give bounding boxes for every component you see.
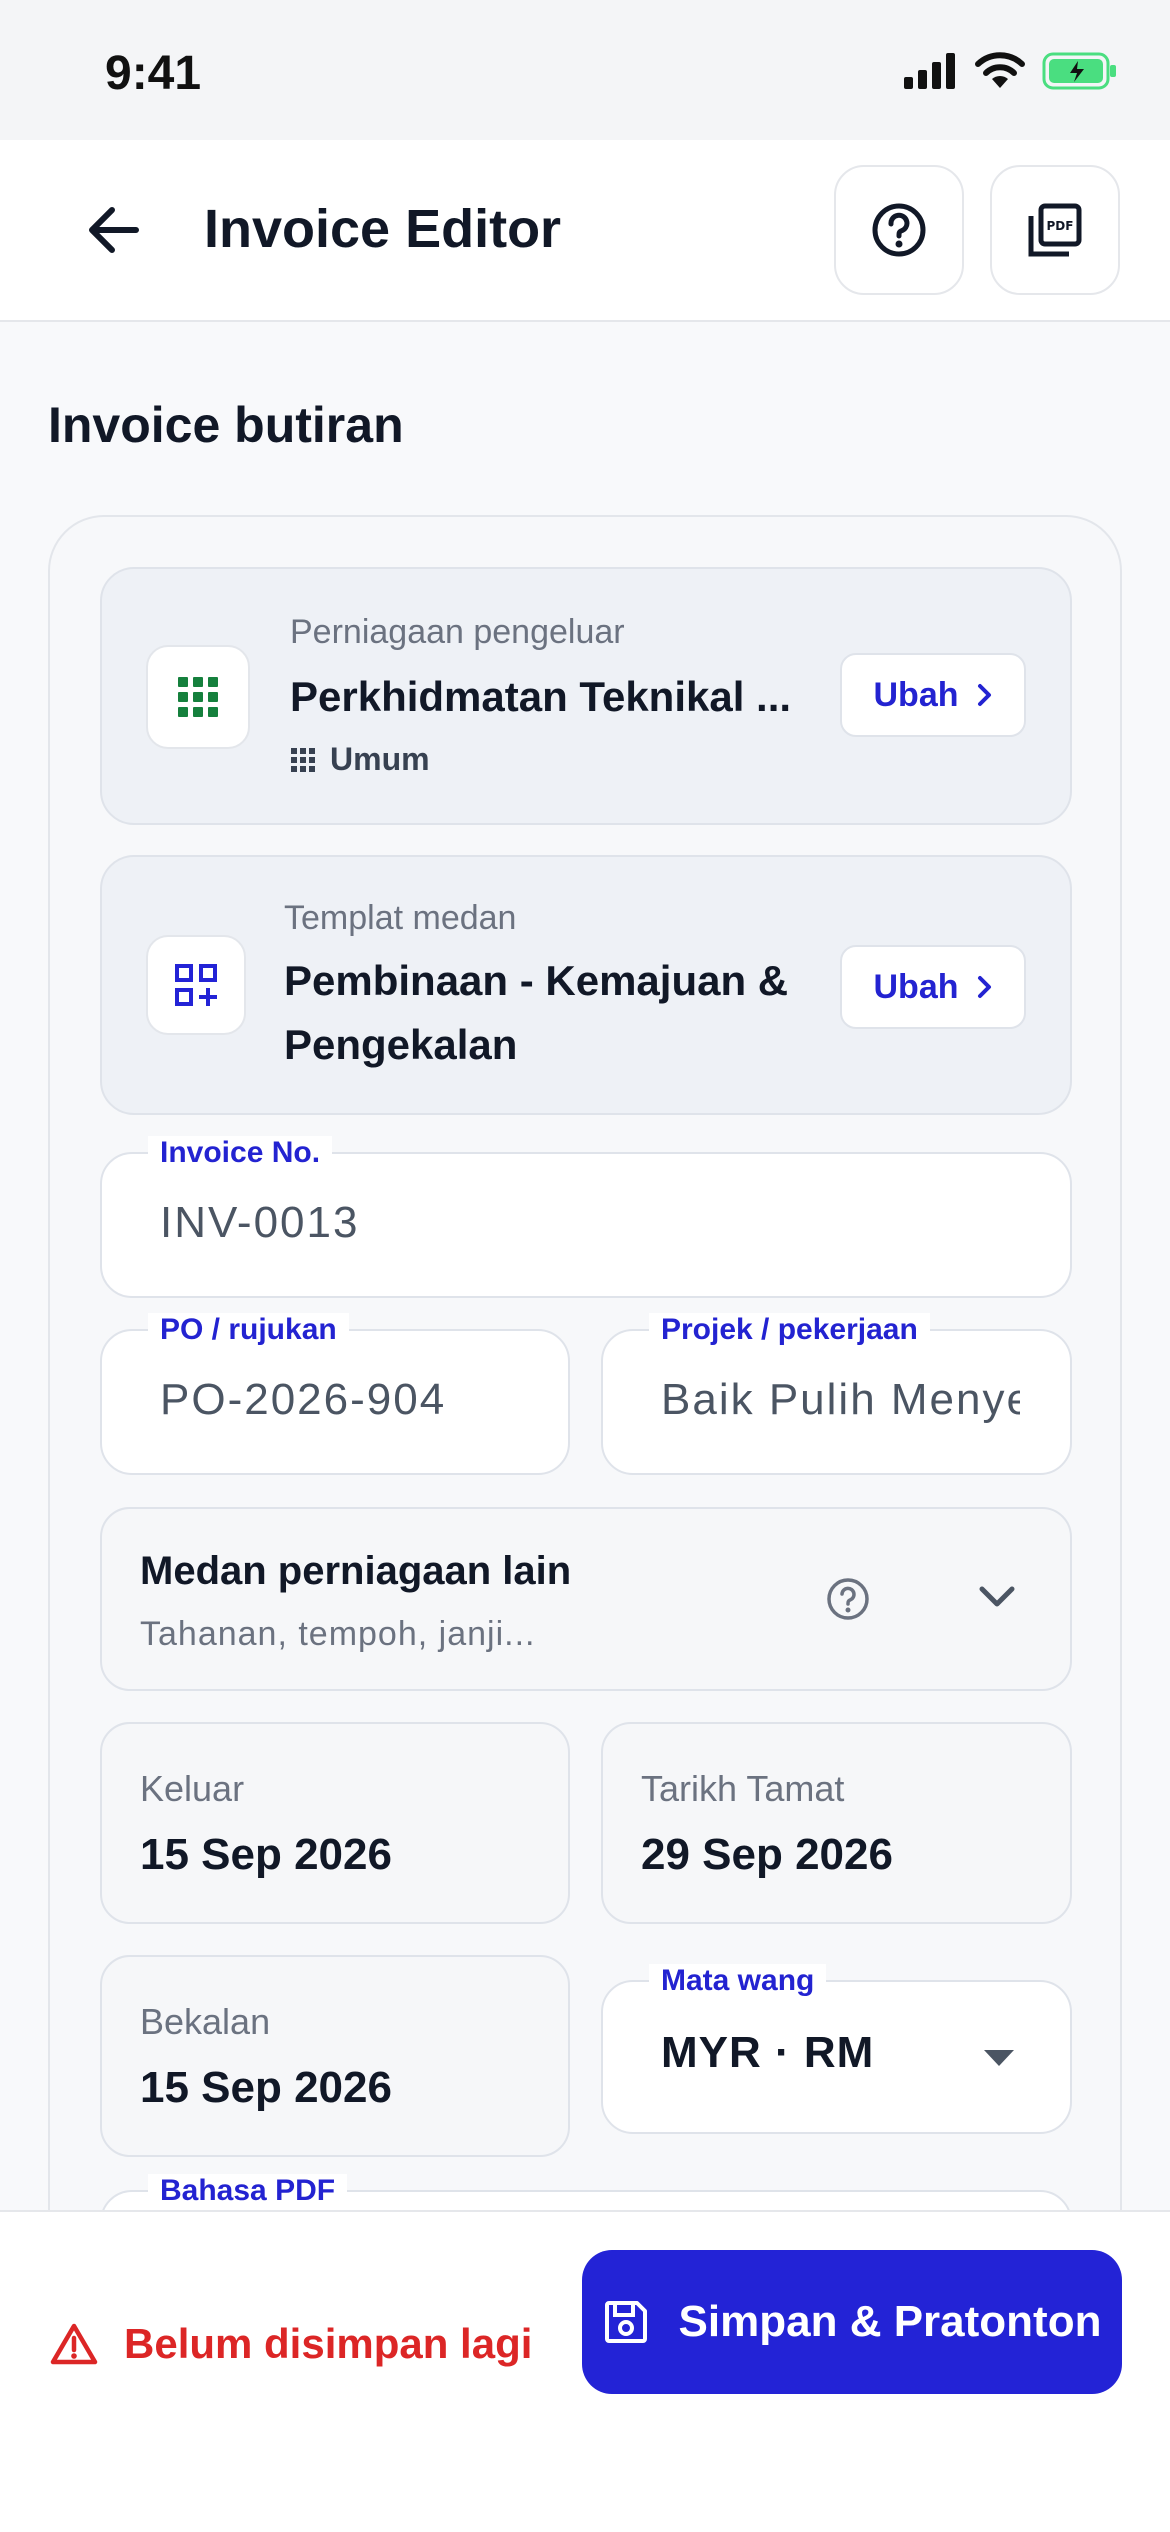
po-label: PO / rujukan — [148, 1313, 349, 1347]
issued-date-value: 15 Sep 2026 — [140, 1830, 392, 1879]
business-category-label: Umum — [330, 741, 430, 777]
help-circle-icon — [872, 203, 926, 257]
chevron-right-icon — [977, 976, 991, 998]
wifi-icon — [975, 52, 1025, 88]
project-field[interactable]: Projek / pekerjaan Baik Pulih Menyelengg… — [601, 1313, 1072, 1475]
pdf-icon: PDF — [1028, 203, 1082, 257]
template-icon-box — [146, 935, 246, 1035]
currency-value: MYR · RM — [661, 2028, 875, 2077]
status-bar: 9:41 — [0, 0, 1170, 140]
business-category: Umum — [290, 741, 430, 778]
other-fields-subtitle: Tahanan, tempoh, janji... — [140, 1615, 536, 1653]
change-business-label: Ubah — [873, 675, 959, 714]
grid-small-icon — [291, 747, 315, 772]
warning-icon — [50, 2323, 98, 2365]
back-button[interactable] — [80, 196, 148, 264]
template-name-line2: Pengekalan — [284, 1021, 518, 1068]
business-caption: Perniagaan pengeluar — [290, 613, 625, 651]
currency-label: Mata wang — [649, 1964, 827, 1998]
template-name-line1: Pembinaan - Kemajuan & — [284, 957, 789, 1004]
qr-add-icon — [175, 964, 217, 1006]
unsaved-indicator: Belum disimpan lagi — [50, 2320, 532, 2368]
invoice-number-label: Invoice No. — [148, 1136, 333, 1170]
page-title: Invoice Editor — [204, 199, 562, 259]
caret-down-icon — [984, 2050, 1014, 2066]
grid-icon — [178, 677, 218, 717]
change-business-button[interactable]: Ubah — [840, 653, 1026, 737]
template-caption: Templat medan — [284, 899, 517, 937]
pdf-language-label: Bahasa PDF — [148, 2174, 348, 2208]
status-icons — [904, 52, 1118, 90]
due-date-field[interactable]: Tarikh Tamat 29 Sep 2026 — [601, 1722, 1072, 1924]
issued-date-field[interactable]: Keluar 15 Sep 2026 — [100, 1722, 570, 1924]
change-template-label: Ubah — [873, 967, 959, 1006]
save-preview-label: Simpan & Pratonton — [678, 2297, 1102, 2346]
signal-icon — [904, 53, 955, 89]
template-tile[interactable]: Templat medan Pembinaan - Kemajuan & Pen… — [100, 855, 1072, 1115]
other-fields-toggle[interactable]: Medan perniagaan lain Tahanan, tempoh, j… — [100, 1507, 1072, 1691]
section-title: Invoice butiran — [48, 397, 404, 453]
unsaved-label: Belum disimpan lagi — [124, 2320, 533, 2367]
chevron-right-icon — [977, 684, 991, 706]
invoice-number-value: INV-0013 — [160, 1198, 360, 1247]
battery-icon — [1042, 52, 1116, 90]
business-icon-box — [146, 645, 250, 749]
status-time: 9:41 — [105, 47, 202, 100]
business-tile[interactable]: Perniagaan pengeluar Perkhidmatan Teknik… — [100, 567, 1072, 825]
help-button[interactable] — [834, 165, 964, 295]
issued-date-label: Keluar — [140, 1768, 245, 1809]
invoice-number-field[interactable]: Invoice No. INV-0013 — [100, 1136, 1072, 1298]
chevron-down-icon[interactable] — [978, 1585, 1016, 1609]
pdf-button[interactable]: PDF — [990, 165, 1120, 295]
change-template-button[interactable]: Ubah — [840, 945, 1026, 1029]
help-circle-icon[interactable] — [826, 1577, 870, 1621]
project-value: Baik Pulih Menyelenggara — [661, 1375, 1020, 1424]
save-icon — [604, 2301, 647, 2343]
currency-select[interactable]: Mata wang MYR · RM — [601, 1964, 1072, 2134]
project-label: Projek / pekerjaan — [649, 1313, 930, 1347]
supply-date-label: Bekalan — [140, 2001, 271, 2042]
po-value: PO-2026-904 — [160, 1375, 447, 1424]
due-date-label: Tarikh Tamat — [641, 1768, 845, 1809]
due-date-value: 29 Sep 2026 — [641, 1830, 893, 1879]
app-bar: Invoice Editor PDF — [0, 140, 1170, 322]
bottom-action-bar: Belum disimpan lagi Simpan & Pratonton — [0, 2210, 1170, 2532]
svg-text:PDF: PDF — [1047, 219, 1074, 233]
save-preview-button[interactable]: Simpan & Pratonton — [582, 2250, 1122, 2394]
business-name: Perkhidmatan Teknikal ... — [290, 673, 792, 720]
po-field[interactable]: PO / rujukan PO-2026-904 — [100, 1313, 570, 1475]
other-fields-title: Medan perniagaan lain — [140, 1549, 572, 1593]
supply-date-field[interactable]: Bekalan 15 Sep 2026 — [100, 1955, 570, 2157]
supply-date-value: 15 Sep 2026 — [140, 2063, 392, 2112]
arrow-left-icon — [89, 207, 139, 253]
